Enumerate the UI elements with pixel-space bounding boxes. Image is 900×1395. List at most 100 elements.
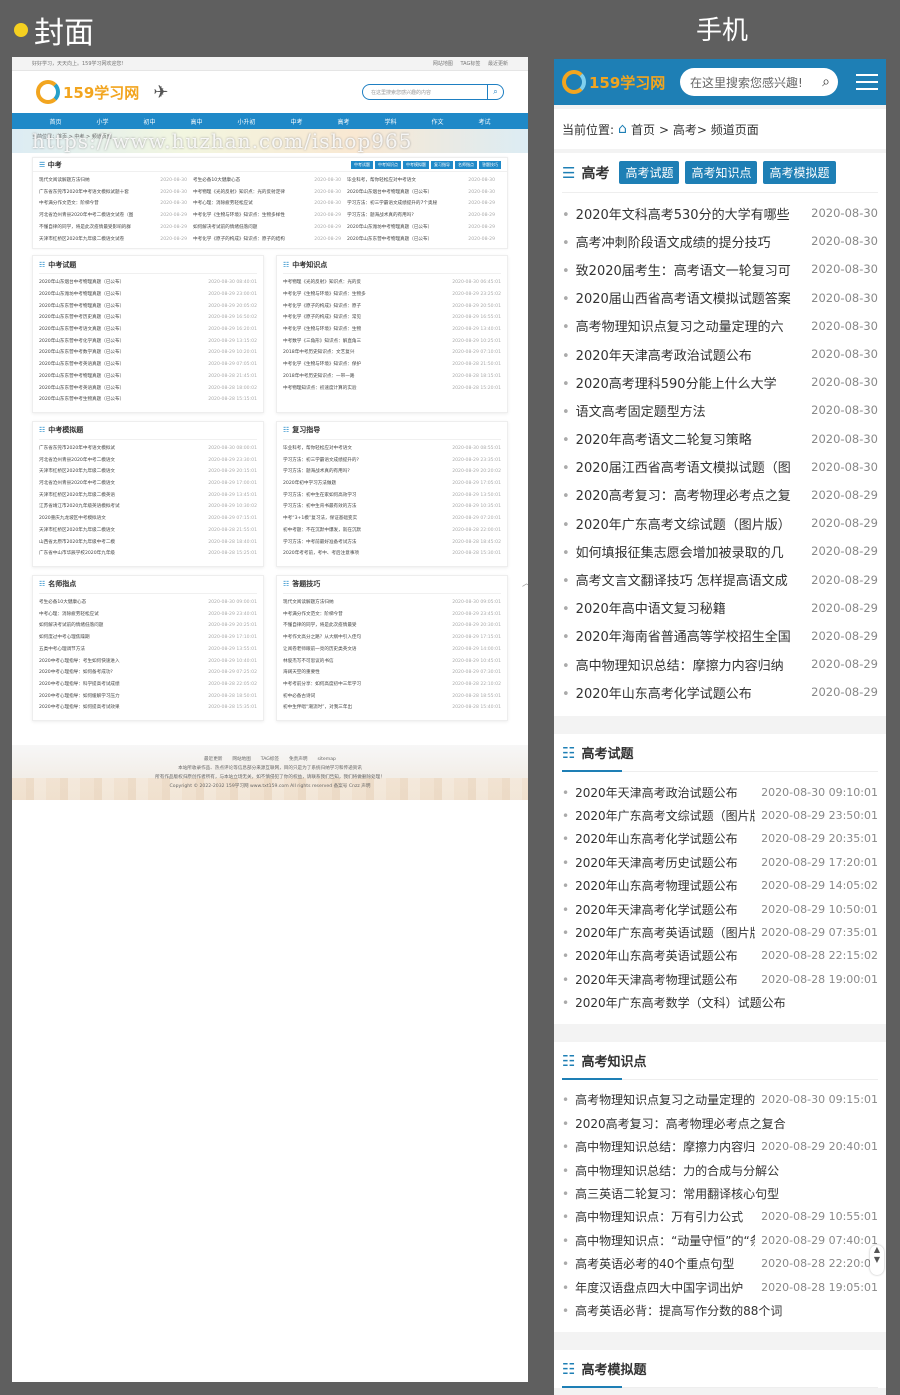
list-item[interactable]: 河北省沧州青县2020年中考二模语文 2020-08-29 17:00:01: [39, 478, 257, 490]
list-item[interactable]: 高三英语二轮复习：常用翻译核心句型: [562, 1182, 878, 1205]
list-item[interactable]: 中考满分作文范文：阶梯今昔 2020-08-30: [39, 198, 187, 210]
list-item[interactable]: 河北省沧州青县2020年中考二模语文 2020-08-29 23:30:01: [39, 455, 257, 467]
list-item[interactable]: 中考物理《光的反射》知识点：光的反射定律 2020-08-30: [193, 187, 341, 199]
mobile-search-input[interactable]: 在这里搜索您感兴趣! ⌕: [680, 68, 838, 96]
list-item[interactable]: 2020届山西省高考语文模拟试题答案 2020-08-30: [562, 284, 878, 312]
list-item[interactable]: 中考化学《生物与环境》知识点：生物多 2020-08-29 23:25:02: [283, 289, 501, 301]
list-item[interactable]: 广东省东莞市2020年中考语文模拟试题十套 2020-08-30: [39, 187, 187, 199]
topbar-link-tag[interactable]: TAG标签: [461, 61, 481, 67]
list-item[interactable]: 2020年海南省普通高等学校招生全国 2020-08-29: [562, 622, 878, 650]
list-item[interactable]: 中考化学《生物与环境》知识点：保护 2020-08-28 21:50:01: [283, 359, 501, 371]
list-item[interactable]: 现代文阅读解题方法归纳 2020-08-30: [39, 175, 187, 187]
list-item[interactable]: 中考化学《生物与环境》知识点：生物 2020-08-29 13:40:01: [283, 324, 501, 336]
list-item[interactable]: 2020年天津高考物理试题公布 2020-08-28 19:00:01: [562, 968, 878, 991]
list-item[interactable]: 2020年山东东营中考英语真题（已公布） 2020-08-28 18:00:02: [39, 383, 257, 395]
main-tab[interactable]: 答题技巧: [479, 161, 501, 169]
list-item[interactable]: 2020年广东高考数学（文科）试题公布: [562, 991, 878, 1014]
list-item[interactable]: 2018年中考历史知识点：文艺复兴 2020-08-29 07:10:01: [283, 347, 501, 359]
list-item[interactable]: 高中物理知识总结：力的合成与分解公: [562, 1158, 878, 1181]
footer-link[interactable]: 免责声明: [289, 757, 307, 762]
desktop-logo[interactable]: 159学习网 ✈: [36, 80, 168, 104]
list-item[interactable]: 不懂自律的同学，将是此次疫情最受 2020-08-29 20:30:01: [283, 620, 501, 632]
nav-item[interactable]: 考试: [478, 117, 490, 126]
footer-link[interactable]: 最近更新: [204, 757, 222, 762]
list-item[interactable]: 如何解决考试前的情绪低落问题 2020-08-29 20:25:01: [39, 620, 257, 632]
list-item[interactable]: 中考心理：消除疲劳轻松应试 2020-08-29 23:40:01: [39, 609, 257, 621]
home-icon[interactable]: ⌂: [618, 121, 627, 137]
list-item[interactable]: 高考物理知识点复习之动量定理的六 2020-08-30: [562, 312, 878, 340]
nav-item[interactable]: 初中: [143, 117, 155, 126]
list-item[interactable]: 现代文阅读解题方法归纳 2020-08-30 09:05:01: [283, 597, 501, 609]
list-item[interactable]: 高考英语必考的40个重点句型 2020-08-28 22:20:01: [562, 1252, 878, 1275]
scroll-arrows-icon[interactable]: ▲ ▼: [870, 1245, 884, 1275]
main-tab[interactable]: 中考试题: [351, 161, 373, 169]
list-item[interactable]: 中考数学《三角形》知识点：解直角三 2020-08-29 10:25:01: [283, 336, 501, 348]
list-item[interactable]: 2020年山东烟台中考物理真题（已公布） 2020-08-30: [347, 187, 495, 199]
list-item[interactable]: 天津市红桥区2020年九年级二模语文 2020-08-29 20:15:01: [39, 466, 257, 478]
list-item[interactable]: 毕业科考，帮你轻松应对中考语文 2020-08-30: [347, 175, 495, 187]
list-item[interactable]: 年度汉语盘点四大中国字词出炉 2020-08-28 19:05:01: [562, 1275, 878, 1298]
list-item[interactable]: 2020年山东东营中考物理真题（已公布） 2020-08-29: [347, 234, 495, 246]
list-item[interactable]: 2020年山东高考化学试题公布 2020-08-29 20:35:01: [562, 827, 878, 850]
list-item[interactable]: 中考化学《原子的构成》知识点：原子 2020-08-29 20:50:01: [283, 301, 501, 313]
list-item[interactable]: 2020年天津高考历史试题公布 2020-08-29 17:20:01: [562, 851, 878, 874]
list-item[interactable]: 如何解决考试前的情绪低落问题 2020-08-29: [193, 222, 341, 234]
list-item[interactable]: 2020年山东东营中考物理真题（已公布） 2020-08-29 20:05:02: [39, 301, 257, 313]
list-item[interactable]: 让阅卷老师眼前一亮的历史类英文语 2020-08-29 14:00:01: [283, 644, 501, 656]
list-item[interactable]: 2020届江西省高考语文模拟试题（图 2020-08-30: [562, 453, 878, 481]
list-item[interactable]: 中考化学《生物与环境》知识点：生物多样性 2020-08-29: [193, 210, 341, 222]
list-item[interactable]: 山西省太原市2020年九年级中考二模 2020-08-28 18:40:01: [39, 537, 257, 549]
list-item[interactable]: 初中必备古诗词 2020-08-28 18:55:01: [283, 691, 501, 703]
list-item[interactable]: 2020年山东潍坊中考物理真题（已公布） 2020-08-29 23:00:01: [39, 289, 257, 301]
list-item[interactable]: 中考物理《光的反射》知识点：光的反 2020-08-30 06:45:01: [283, 277, 501, 289]
list-item[interactable]: 学习方法：初三学霸语文成绩提升的7个奥秘 2020-08-29: [347, 198, 495, 210]
list-item[interactable]: 中考满分作文范文：阶梯今昔 2020-08-29 23:45:01: [283, 609, 501, 621]
main-tab[interactable]: 复习指导: [431, 161, 453, 169]
list-item[interactable]: 2020年山东东营中考英语真题（已公布） 2020-08-29 07:05:01: [39, 359, 257, 371]
list-item[interactable]: 学习方法：初中生背书最有效的方法 2020-08-29 10:35:01: [283, 501, 501, 513]
list-item[interactable]: 广东省东莞市2020年中考语文模拟试 2020-08-30 08:00:01: [39, 443, 257, 455]
list-item[interactable]: 如何填报征集志愿会增加被录取的几 2020-08-29: [562, 537, 878, 565]
list-item[interactable]: 2020年山东东营中考物理真题（已公布） 2020-08-28 21:45:01: [39, 371, 257, 383]
footer-link[interactable]: TAG标签: [261, 757, 279, 762]
main-tab[interactable]: 中考模拟题: [403, 161, 429, 169]
hamburger-menu-icon[interactable]: [856, 69, 878, 95]
list-item[interactable]: 2020年山东东营中考历史真题（已公布） 2020-08-29 16:50:02: [39, 312, 257, 324]
list-item[interactable]: 2020年山东东营中考化学真题（已公布） 2020-08-29 13:15:02: [39, 336, 257, 348]
back-to-top-icon[interactable]: ︿: [522, 576, 528, 589]
mobile-logo[interactable]: 159学习网: [562, 70, 680, 94]
mobile-tab[interactable]: 高考知识点: [685, 161, 758, 184]
list-item[interactable]: 高考冲刺阶段语文成绩的提分技巧 2020-08-30: [562, 227, 878, 255]
list-item[interactable]: 广东省中山市华辰学校2020年九年级 2020-08-28 15:25:01: [39, 548, 257, 560]
nav-item[interactable]: 小学: [96, 117, 108, 126]
list-item[interactable]: 2020年广东高考英语试题（图片版） 2020-08-29 07:35:01: [562, 921, 878, 944]
list-item[interactable]: 中考作文高分之路？从大纲中引入佳句 2020-08-29 17:15:01: [283, 632, 501, 644]
mobile-tab[interactable]: 高考试题: [619, 161, 680, 184]
list-item[interactable]: 2020年山东东营中考语文真题（已公布） 2020-08-29 16:20:01: [39, 324, 257, 336]
list-item[interactable]: 学习方法：题海战术真的有用吗? 2020-08-29 20:20:02: [283, 466, 501, 478]
list-item[interactable]: 高考文言文翻译技巧 怎样提高语文成 2020-08-29: [562, 565, 878, 593]
list-item[interactable]: 高考英语必背：提高写作分数的88个词: [562, 1299, 878, 1322]
footer-link[interactable]: sitemap: [317, 757, 336, 762]
list-item[interactable]: 毕业科考，帮你轻松应对中考语文 2020-08-30 08:55:01: [283, 443, 501, 455]
list-item[interactable]: 中考“3+1模”复习法，保证基础变实 2020-08-29 07:20:01: [283, 513, 501, 525]
list-item[interactable]: 林俊杰写不可思议的书信 2020-08-29 10:45:01: [283, 656, 501, 668]
list-item[interactable]: 五类中考心理调节方法 2020-08-29 13:55:01: [39, 644, 257, 656]
list-item[interactable]: 河北省沧州青县2020年中考二模语文试卷（图 2020-08-29: [39, 210, 187, 222]
list-item[interactable]: 天津市红桥区2020年九年级二模语文 2020-08-28 21:55:01: [39, 525, 257, 537]
list-item[interactable]: 海阔天空的重要性 2020-08-29 07:30:01: [283, 667, 501, 679]
list-item[interactable]: 高中物理知识总结：摩擦力内容归纳 2020-08-29: [562, 650, 878, 678]
list-item[interactable]: 2020年山东高考物理试题公布 2020-08-29 14:05:02: [562, 874, 878, 897]
list-item[interactable]: 2018年中考历史知识点：一带一路 2020-08-28 18:15:01: [283, 371, 501, 383]
list-item[interactable]: 2020高考理科590分能上什么大学 2020-08-30: [562, 368, 878, 396]
list-item[interactable]: 2020年山东高考化学试题公布 2020-08-29: [562, 678, 878, 706]
list-item[interactable]: 中考化学《原子的构成》知识点：常见 2020-08-29 16:55:01: [283, 312, 501, 324]
search-icon[interactable]: ⌕: [487, 85, 503, 99]
list-item[interactable]: 2020年天津高考政治试题公布 2020-08-30 09:10:01: [562, 780, 878, 803]
list-item[interactable]: 天津市红桥区2020年九年级二模语文试卷 2020-08-29: [39, 234, 187, 246]
list-item[interactable]: 2020年高考语文二轮复习策略 2020-08-30: [562, 425, 878, 453]
nav-item[interactable]: 小升初: [237, 117, 255, 126]
list-item[interactable]: 2020中考心理指导：科学提高考试成绩 2020-08-28 22:05:02: [39, 679, 257, 691]
nav-item[interactable]: 高中: [190, 117, 202, 126]
list-item[interactable]: 致2020届考生：高考语文一轮复习可 2020-08-30: [562, 255, 878, 283]
